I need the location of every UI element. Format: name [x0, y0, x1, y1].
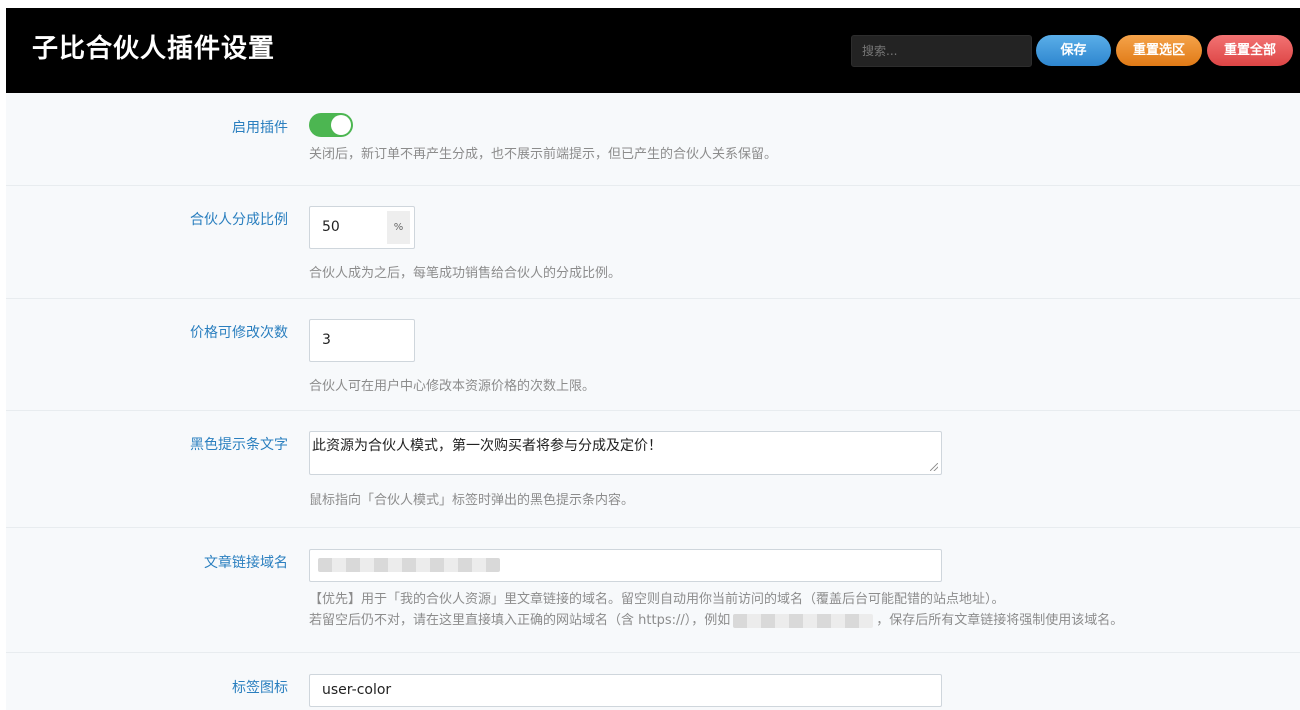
tooltip-text-desc: 鼠标指向「合伙人模式」标签时弹出的黑色提示条内容。: [309, 493, 635, 508]
header-bar: 子比合伙人插件设置 保存 重置选区 重置全部: [6, 8, 1300, 93]
row-partner-ratio: 合伙人分成比例 50 % 合伙人成为之后，每笔成功销售给合伙人的分成比例。: [6, 186, 1300, 299]
partner-ratio-input[interactable]: 50 %: [309, 206, 415, 249]
partner-ratio-desc: 合伙人成为之后，每笔成功销售给合伙人的分成比例。: [309, 266, 622, 281]
save-button[interactable]: 保存: [1036, 35, 1111, 66]
desc-line2-part-b: ，保存后所有文章链接将强制使用该域名。: [876, 613, 1124, 628]
row-price-edit-count: 价格可修改次数 3 合伙人可在用户中心修改本资源价格的次数上限。: [6, 299, 1300, 411]
settings-panel: 子比合伙人插件设置 保存 重置选区 重置全部 启用插件 关闭后，新订单不再产生分…: [6, 8, 1300, 710]
desc-line2-part-a: 若留空后仍不对，请在这里直接填入正确的网站域名（含 https://），例如: [309, 613, 731, 628]
price-edit-count-desc: 合伙人可在用户中心修改本资源价格的次数上限。: [309, 379, 596, 394]
tooltip-text-textarea[interactable]: 此资源为合伙人模式，第一次购买者将参与分成及定价！: [309, 431, 942, 475]
redacted-example-domain: [733, 613, 874, 628]
reset-section-button[interactable]: 重置选区: [1116, 35, 1202, 66]
resize-handle-icon[interactable]: [930, 463, 938, 471]
enable-plugin-desc: 关闭后，新订单不再产生分成，也不展示前端提示，但已产生的合伙人关系保留。: [309, 147, 778, 162]
price-edit-count-value: 3: [322, 332, 331, 348]
redacted-domain-value: [318, 558, 500, 572]
page-title: 子比合伙人插件设置: [32, 34, 276, 64]
article-domain-desc-line1: 【优先】用于「我的合伙人资源」里文章链接的域名。留空则自动用你当前访问的域名（覆…: [309, 592, 1005, 607]
row-enable-plugin: 启用插件 关闭后，新订单不再产生分成，也不展示前端提示，但已产生的合伙人关系保留…: [6, 93, 1300, 186]
price-edit-count-label: 价格可修改次数: [190, 325, 288, 341]
row-tag-icon: 标签图标 user-color: [6, 653, 1300, 710]
tooltip-text-value: 此资源为合伙人模式，第一次购买者将参与分成及定价！: [312, 438, 662, 454]
row-article-domain: 文章链接域名 【优先】用于「我的合伙人资源」里文章链接的域名。留空则自动用你当前…: [6, 528, 1300, 653]
price-edit-count-input[interactable]: 3: [309, 319, 415, 362]
article-domain-desc-line2: 若留空后仍不对，请在这里直接填入正确的网站域名（含 https://），例如 ，保…: [309, 611, 1123, 631]
reset-all-button[interactable]: 重置全部: [1207, 35, 1293, 66]
tag-icon-label: 标签图标: [232, 680, 288, 696]
search-input[interactable]: [851, 35, 1032, 67]
enable-plugin-label: 启用插件: [232, 120, 288, 136]
tag-icon-value: user-color: [322, 682, 392, 698]
tooltip-text-label: 黑色提示条文字: [190, 437, 288, 453]
partner-ratio-value: 50: [322, 219, 340, 235]
enable-plugin-toggle[interactable]: [309, 113, 353, 137]
article-domain-input[interactable]: [309, 549, 942, 582]
toggle-knob: [331, 115, 351, 135]
article-domain-label: 文章链接域名: [204, 555, 288, 571]
percent-suffix: %: [387, 211, 410, 244]
partner-ratio-label: 合伙人分成比例: [190, 212, 288, 228]
tag-icon-input[interactable]: user-color: [309, 674, 942, 707]
row-tooltip-text: 黑色提示条文字 此资源为合伙人模式，第一次购买者将参与分成及定价！ 鼠标指向「合…: [6, 411, 1300, 528]
